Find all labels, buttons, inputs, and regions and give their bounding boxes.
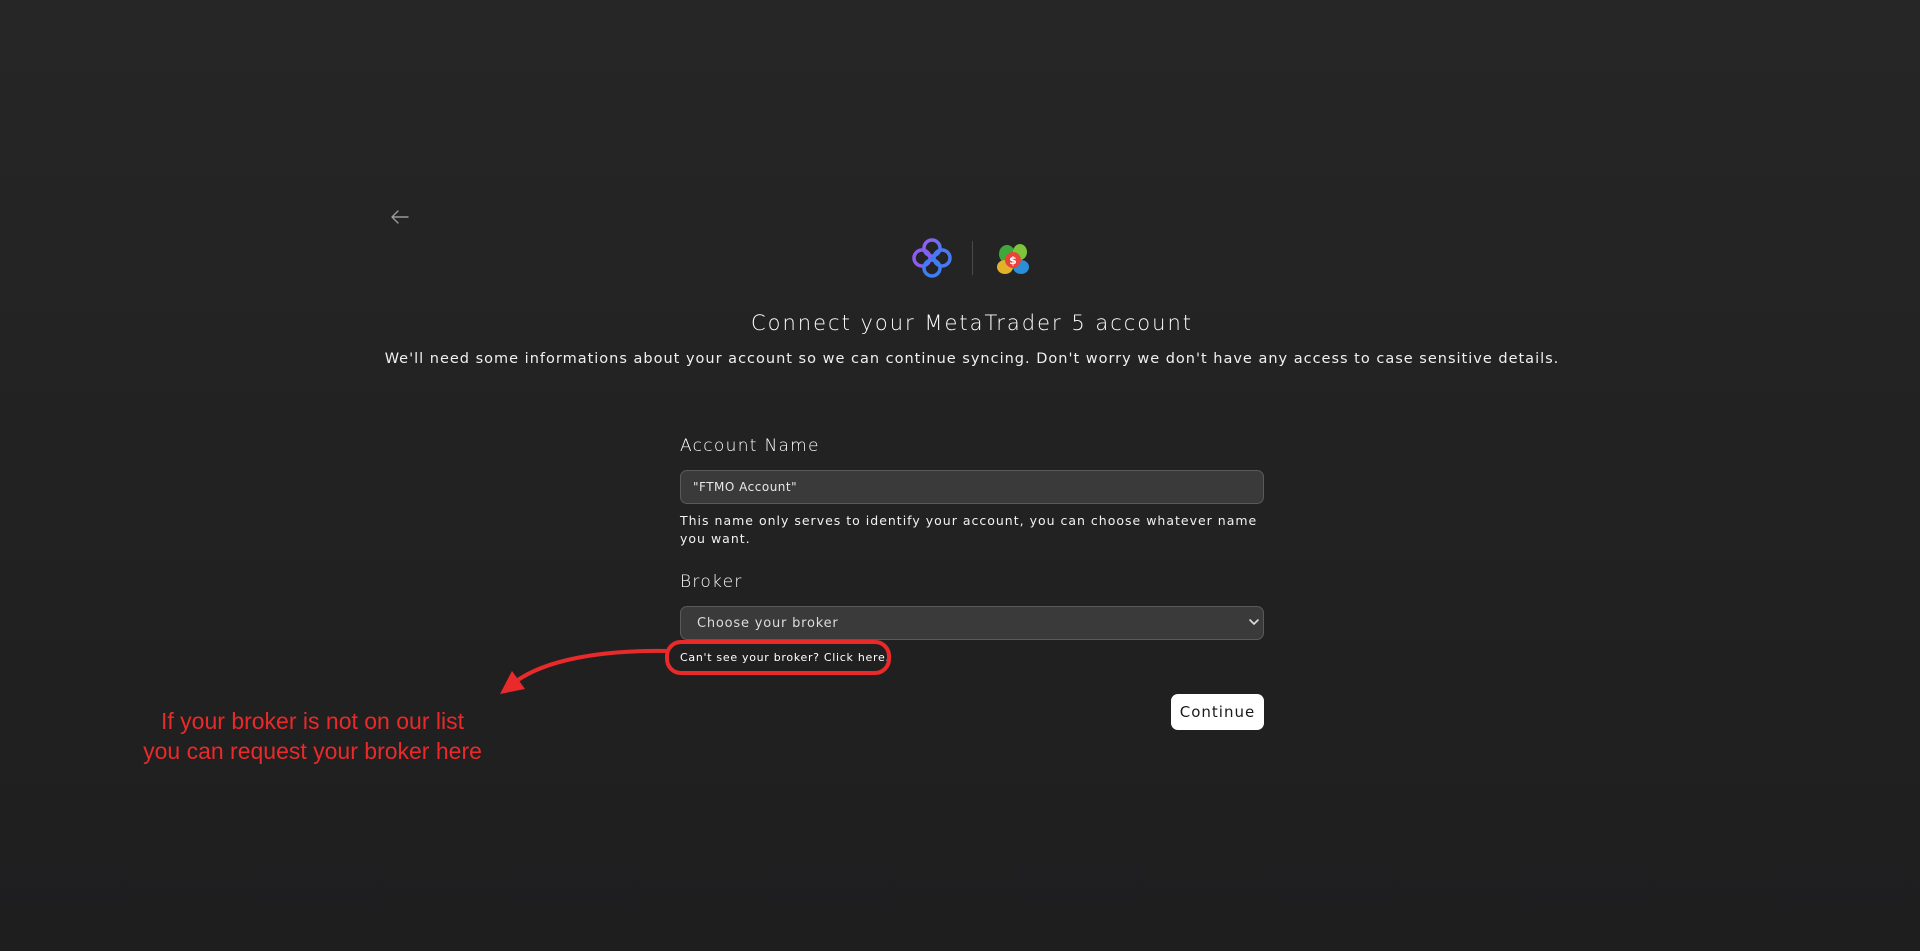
arrow-left-icon (391, 210, 409, 224)
annotation-text: If your broker is not on our list you ca… (100, 706, 525, 766)
back-button[interactable] (388, 205, 412, 229)
metatrader5-logo: $ (991, 236, 1035, 280)
annotation-line-2: you can request your broker here (143, 738, 482, 764)
app-logo (910, 236, 954, 280)
annotation-arrow-head (500, 671, 525, 694)
broker-label: Broker (680, 572, 743, 592)
broker-select-wrapper: Choose your broker (680, 606, 1264, 640)
request-broker-link[interactable]: Can't see your broker? Click here. (680, 651, 890, 664)
logo-divider (971, 241, 973, 275)
annotation-arrow-line (513, 648, 669, 684)
account-name-input[interactable] (680, 470, 1264, 504)
page-subtitle: We'll need some informations about your … (384, 351, 1560, 367)
svg-text:$: $ (1009, 254, 1017, 267)
page-title: Connect your MetaTrader 5 account (750, 311, 1194, 335)
broker-select[interactable]: Choose your broker (680, 606, 1264, 640)
account-name-help: This name only serves to identify your a… (680, 513, 1258, 546)
annotation-line-1: If your broker is not on our list (161, 708, 464, 734)
continue-button[interactable]: Continue (1171, 694, 1264, 730)
logo-row: $ (0, 236, 1920, 280)
account-form: Account Name This name only serves to id… (680, 436, 1264, 665)
account-name-label: Account Name (680, 436, 820, 456)
connect-account-page: $ Connect your MetaTrader 5 account We'l… (0, 0, 1920, 951)
